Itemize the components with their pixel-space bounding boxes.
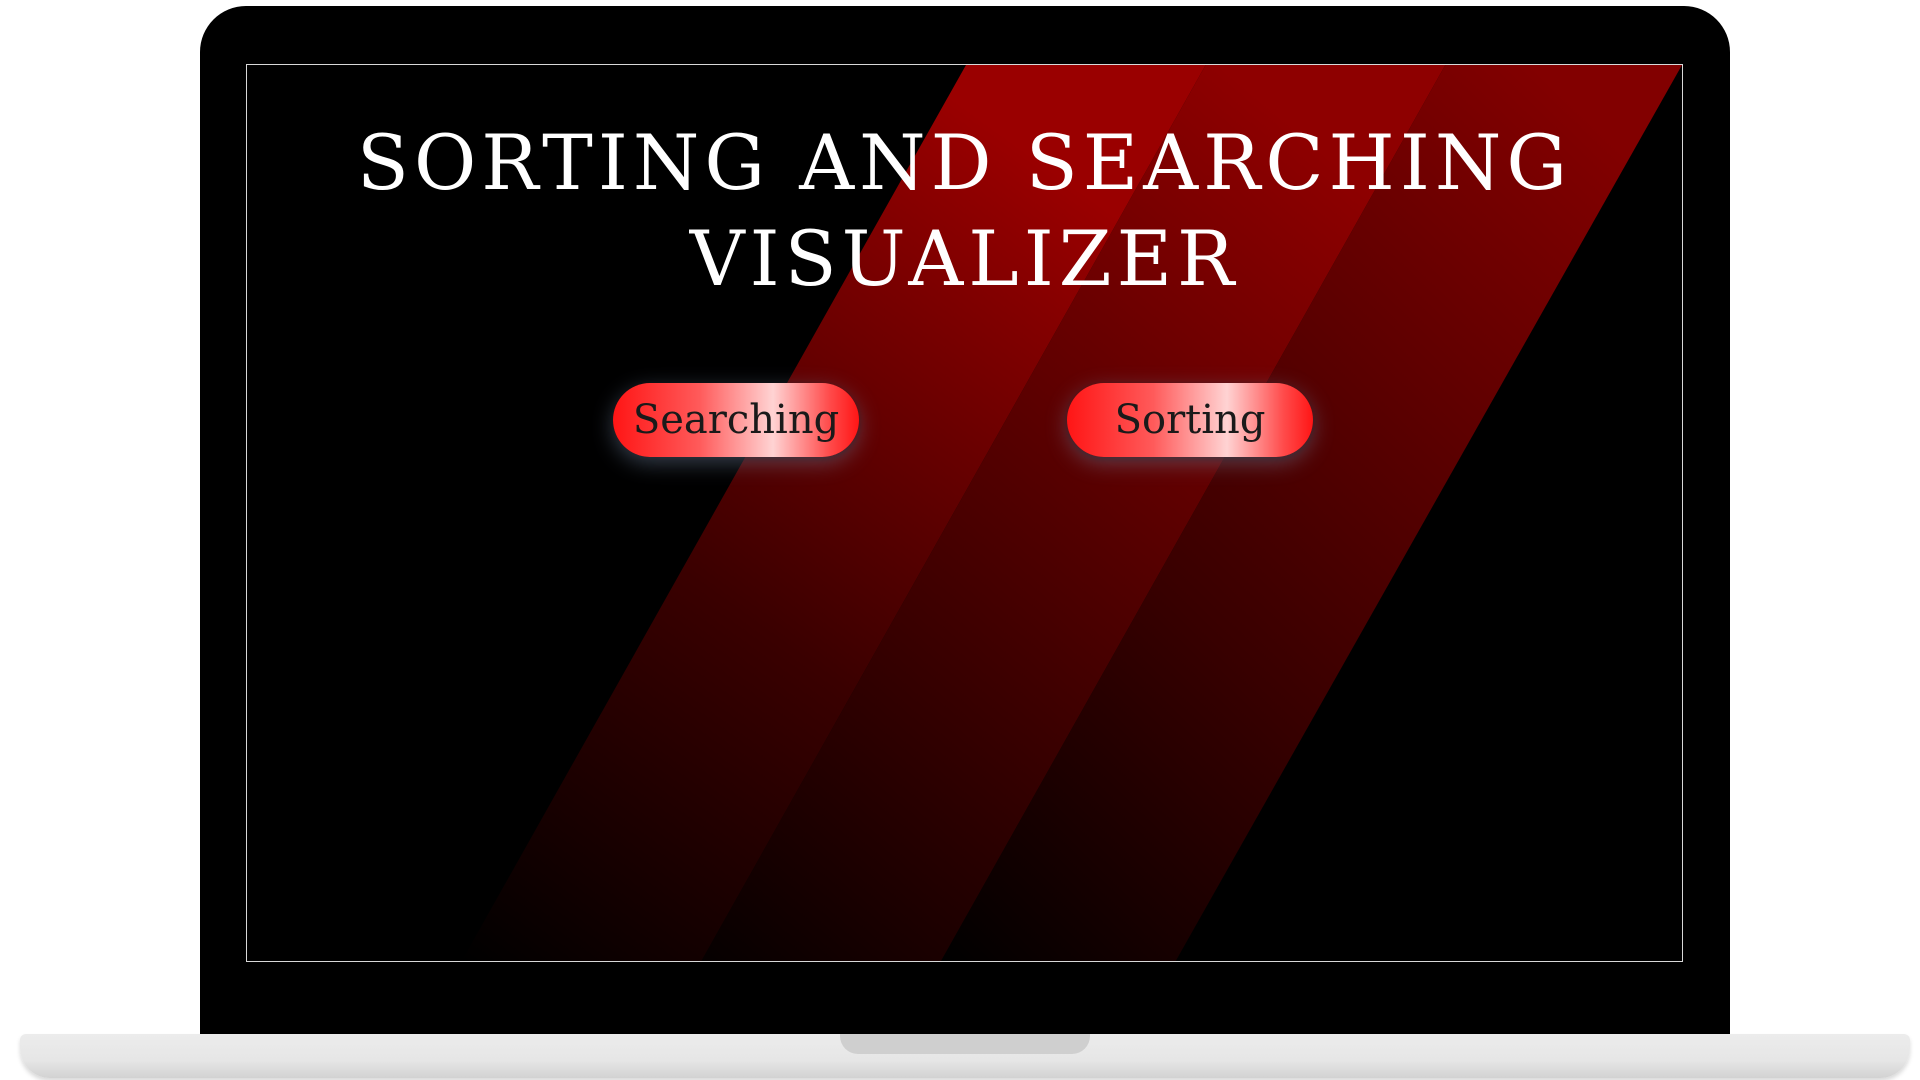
sorting-button[interactable]: Sorting [1067, 383, 1313, 457]
laptop-notch [840, 1034, 1090, 1054]
stage: SORTING AND SEARCHING VISUALIZER Searchi… [0, 0, 1920, 1080]
searching-button[interactable]: Searching [613, 383, 859, 457]
app-screen: SORTING AND SEARCHING VISUALIZER Searchi… [246, 64, 1683, 962]
page-title-line-2: VISUALIZER [689, 214, 1240, 303]
page-title: SORTING AND SEARCHING VISUALIZER [247, 115, 1682, 307]
page-title-line-1: SORTING AND SEARCHING [356, 118, 1573, 207]
